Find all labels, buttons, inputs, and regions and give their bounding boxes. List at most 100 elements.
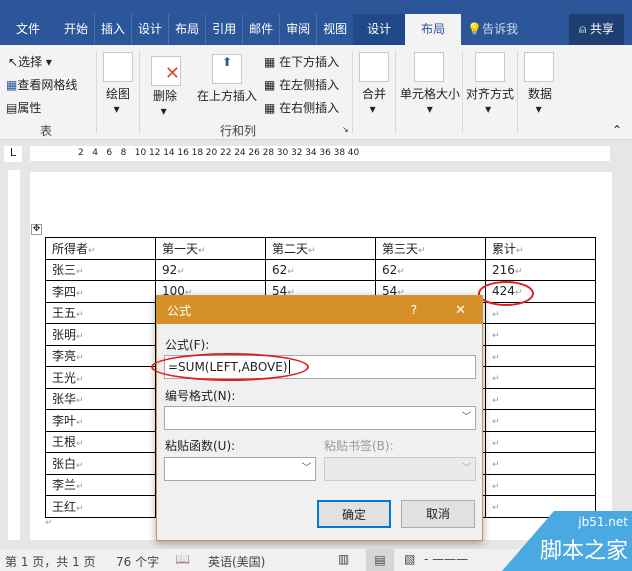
tab-home[interactable]: 开始	[58, 14, 96, 45]
ruler-tick-label: 24	[234, 148, 246, 158]
insert-below-button[interactable]: ▦ 在下方插入	[264, 53, 339, 70]
table-cell[interactable]: 张华	[45, 387, 156, 410]
vertical-ruler[interactable]	[8, 170, 20, 540]
tab-references[interactable]: 引用	[206, 14, 244, 45]
dialog-launcher-icon[interactable]: ↘	[342, 125, 349, 134]
ruler-tick-label: 8	[120, 148, 127, 158]
merge-button[interactable]: 合并 ▾	[362, 85, 386, 116]
tab-table-layout[interactable]: 布局	[405, 14, 462, 45]
header-cell[interactable]: 第二天	[265, 237, 376, 260]
table-cell[interactable]	[485, 366, 596, 389]
horizontal-ruler[interactable]: 2 4 6 8 10 12 14 16 18 20 22 24 26 28 30 32 34 36 38 40	[30, 146, 610, 161]
table-cell[interactable]: 张三	[45, 258, 156, 281]
group-label-rows-cols: 行和列	[220, 124, 257, 138]
table-cell[interactable]	[485, 323, 596, 346]
table-cell[interactable]	[485, 473, 596, 496]
dialog-title-bar: 公式 ? ✕	[157, 296, 482, 324]
tab-table-design[interactable]: 设计	[353, 14, 406, 45]
cell-size-button[interactable]: 单元格大小 ▾	[400, 85, 460, 116]
share-button[interactable]: ⍝ 共享	[568, 14, 624, 45]
data-icon	[524, 52, 554, 82]
header-cell[interactable]: 第三天	[375, 237, 486, 260]
table-header-row: 所得者第一天第二天第三天累计	[45, 237, 596, 260]
tab-selector[interactable]: L	[4, 146, 22, 162]
close-button[interactable]: ✕	[455, 303, 466, 318]
table-cell[interactable]: 216	[485, 258, 596, 281]
properties-button[interactable]: ▤属性	[6, 99, 41, 116]
group-label-table: 表	[40, 124, 53, 138]
table-cell[interactable]	[485, 387, 596, 410]
table-cell[interactable]	[485, 430, 596, 453]
read-mode-icon[interactable]: ▥	[338, 552, 349, 566]
tab-file[interactable]: 文件	[0, 14, 58, 45]
header-cell[interactable]: 所得者	[45, 237, 156, 260]
tab-review[interactable]: 审阅	[280, 14, 318, 45]
table-cell[interactable]: 李叶	[45, 409, 156, 432]
table-cell[interactable]: 张白	[45, 452, 156, 475]
table-cell[interactable]: 王红	[45, 495, 156, 518]
paste-function-select[interactable]: ﹀	[164, 457, 316, 481]
highlight-oval-result	[478, 281, 534, 306]
highlight-oval-formula	[151, 353, 309, 381]
table-cell[interactable]	[485, 409, 596, 432]
alignment-button[interactable]: 对齐方式 ▾	[466, 85, 514, 116]
help-button[interactable]: ?	[411, 303, 417, 317]
cancel-button[interactable]: 取消	[401, 500, 475, 528]
table-row: 张三926262216	[45, 258, 596, 281]
table-move-handle-icon[interactable]: ✥	[31, 224, 42, 235]
paste-bookmark-label: 粘贴书签(B):	[324, 439, 394, 453]
page-count[interactable]: 第 1 页，共 1 页	[5, 553, 96, 570]
ruler-tick-label: 38	[333, 148, 346, 158]
ok-button[interactable]: 确定	[317, 500, 391, 528]
insert-below-icon: ▦	[264, 55, 276, 69]
table-cell[interactable]: 92	[155, 258, 266, 281]
number-format-select[interactable]: ﹀	[164, 406, 476, 430]
zoom-slider[interactable]: - ———	[424, 552, 468, 566]
table-cell[interactable]: 李亮	[45, 344, 156, 367]
ribbon: ↖选择 ▾ ▦查看网格线 ▤属性 表 绘图 ▾ ✕ 删除 ▾ ⬆ 在上方插入 ▦…	[0, 45, 632, 140]
number-format-label: 编号格式(N):	[165, 389, 236, 403]
table-cell[interactable]: 王光	[45, 366, 156, 389]
delete-button[interactable]: 删除 ▾	[153, 87, 177, 118]
table-cell[interactable]: 李兰	[45, 473, 156, 496]
collapse-ribbon-icon[interactable]: ⌃	[612, 123, 622, 137]
ruler-tick-label: 34	[305, 148, 317, 158]
tab-layout[interactable]: 布局	[169, 14, 207, 45]
ruler-tick-label: 26	[248, 148, 260, 158]
tab-design[interactable]: 设计	[132, 14, 170, 45]
draw-button[interactable]: 绘图 ▾	[106, 85, 130, 116]
tab-mailings[interactable]: 邮件	[243, 14, 281, 45]
table-cell[interactable]: 62	[375, 258, 486, 281]
delete-table-icon: ✕	[151, 56, 181, 86]
proofing-icon[interactable]: 📖	[175, 552, 190, 566]
insert-above-button[interactable]: 在上方插入	[197, 87, 257, 104]
tab-insert[interactable]: 插入	[95, 14, 133, 45]
header-cell[interactable]: 累计	[485, 237, 596, 260]
table-cell[interactable]: 王五	[45, 301, 156, 324]
print-layout-icon[interactable]: ▤	[366, 549, 394, 571]
table-cell[interactable]: 张明	[45, 323, 156, 346]
ribbon-tabs: 文件 开始 插入 设计 布局 引用 邮件 审阅 视图 设计 布局 💡告诉我 ⍝ …	[0, 14, 632, 45]
tell-me[interactable]: 💡告诉我	[461, 14, 524, 45]
language[interactable]: 英语(美国)	[208, 553, 265, 570]
table-cell[interactable]	[485, 344, 596, 367]
web-layout-icon[interactable]: ▧	[404, 552, 415, 566]
select-button[interactable]: ↖选择 ▾	[8, 53, 52, 70]
table-cell[interactable]	[485, 452, 596, 475]
paste-bookmark-select[interactable]: ﹀	[324, 457, 476, 481]
table-cell[interactable]: 62	[265, 258, 376, 281]
ruler-tick-label: 18	[191, 148, 204, 158]
header-cell[interactable]: 第一天	[155, 237, 266, 260]
tab-view[interactable]: 视图	[317, 14, 353, 45]
word-count[interactable]: 76 个字	[116, 553, 159, 570]
table-cell[interactable]: 王根	[45, 430, 156, 453]
properties-icon: ▤	[6, 101, 18, 115]
insert-right-button[interactable]: ▦ 在右侧插入	[264, 99, 339, 116]
ruler-tick-label: 16	[177, 148, 189, 158]
draw-table-icon	[103, 52, 133, 82]
table-cell[interactable]: 李四	[45, 280, 156, 303]
data-button[interactable]: 数据 ▾	[528, 85, 552, 116]
person-icon: ⍝	[578, 22, 590, 36]
view-gridlines-button[interactable]: ▦查看网格线	[6, 76, 77, 93]
insert-left-button[interactable]: ▦ 在左侧插入	[264, 76, 339, 93]
